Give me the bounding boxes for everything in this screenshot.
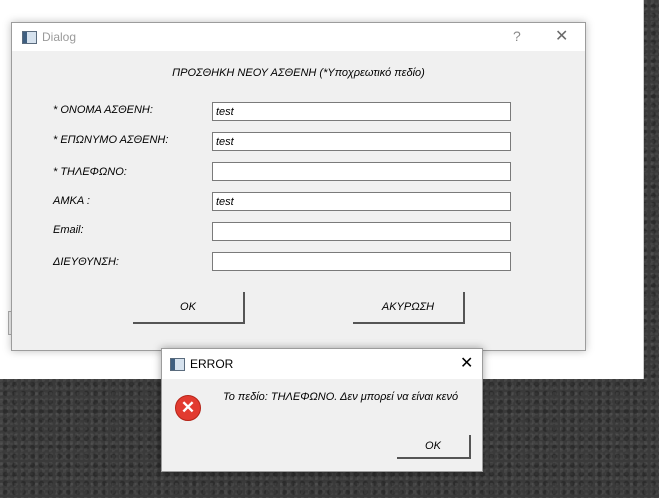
error-message: Το πεδίο: ΤΗΛΕΦΩΝΟ. Δεν μπορεί να είναι … [223,391,459,403]
last-name-label: * ΕΠΩΝΥΜΟ ΑΣΘΕΝΗ: [53,134,169,146]
first-name-input[interactable] [212,102,511,121]
app-window-icon [170,358,185,371]
address-input[interactable] [212,252,511,271]
error-ok-button[interactable]: OK [397,435,471,459]
error-titlebar: ERROR ✕ [162,349,482,379]
form-heading: ΠΡΟΣΘΗΚΗ ΝΕΟΥ ΑΣΘΕΝΗ (*Υποχρεωτικό πεδίο… [172,67,425,79]
last-name-input[interactable] [212,132,511,151]
email-label: Email: [53,224,84,236]
amka-label: ΑΜΚΑ : [53,195,90,207]
error-icon: ✕ [175,395,201,421]
email-input[interactable] [212,222,511,241]
address-label: ΔΙΕΥΘΥΝΣΗ: [53,256,119,268]
dialog-title: Dialog [42,30,77,44]
cancel-button[interactable]: ΑΚΥΡΩΣΗ [353,292,465,324]
app-window-icon [22,31,37,44]
amka-input[interactable] [212,192,511,211]
add-patient-dialog: Dialog ? ✕ ΠΡΟΣΘΗΚΗ ΝΕΟΥ ΑΣΘΕΝΗ (*Υποχρε… [11,22,586,351]
close-icon[interactable]: ✕ [555,29,568,45]
close-icon[interactable]: ✕ [460,356,473,372]
phone-input[interactable] [212,162,511,181]
error-dialog: ERROR ✕ ✕ Το πεδίο: ΤΗΛΕΦΩΝΟ. Δεν μπορεί… [161,348,483,472]
error-title: ERROR [190,357,234,371]
phone-label: * ΤΗΛΕΦΩΝΟ: [53,166,127,178]
ok-button[interactable]: OK [133,292,245,324]
dialog-titlebar: Dialog ? ✕ [12,23,585,51]
help-button[interactable]: ? [513,28,521,44]
first-name-label: * ΟΝΟΜΑ ΑΣΘΕΝΗ: [53,104,153,116]
